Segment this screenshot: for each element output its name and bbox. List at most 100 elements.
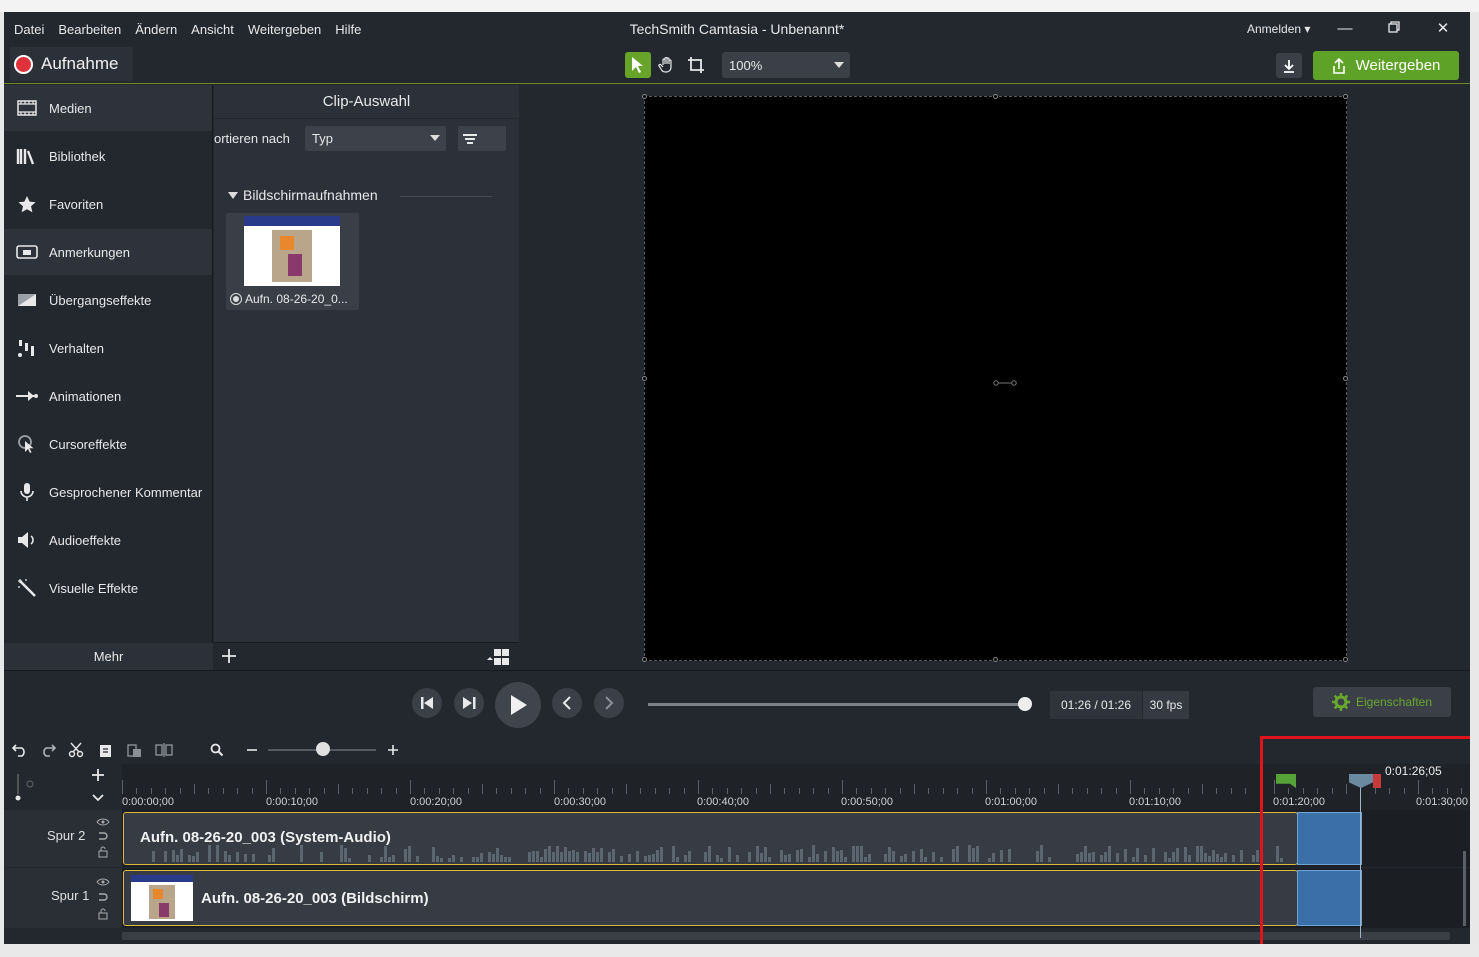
link-icon[interactable] xyxy=(97,829,109,844)
menu-aendern[interactable]: Ändern xyxy=(135,22,177,37)
nav-item-visuelle-effekte[interactable]: Visuelle Effekte xyxy=(4,565,212,611)
link-icon[interactable] xyxy=(97,890,109,905)
waveform-bar xyxy=(448,858,451,862)
nav-item-verhalten[interactable]: Verhalten xyxy=(4,325,212,371)
hand-pan-icon[interactable] xyxy=(654,52,680,78)
nav-item-anmerkungen[interactable]: Anmerkungen xyxy=(4,229,212,275)
nav-item-animationen[interactable]: Animationen xyxy=(4,373,212,419)
waveform-bar xyxy=(532,851,535,862)
ruler-tick xyxy=(597,788,599,794)
waveform-bar xyxy=(988,858,991,862)
clip-thumbnail-card[interactable]: Aufn. 08-26-20_0... xyxy=(226,213,359,310)
menu-weitergeben[interactable]: Weitergeben xyxy=(248,22,321,37)
waveform-bar xyxy=(856,846,859,862)
minimize-icon[interactable]: — xyxy=(1333,20,1357,40)
waveform-bar xyxy=(496,848,499,862)
add-icon[interactable] xyxy=(220,647,238,670)
resize-handle[interactable] xyxy=(993,657,998,662)
ruler-tick xyxy=(1029,788,1031,794)
resize-handle[interactable] xyxy=(1343,657,1348,662)
cut-icon[interactable] xyxy=(66,741,86,759)
scrub-handle[interactable] xyxy=(1018,697,1032,711)
play-button[interactable] xyxy=(495,682,541,728)
arrow-select-icon[interactable] xyxy=(625,52,651,78)
resize-handle[interactable] xyxy=(1343,376,1348,381)
paste-icon[interactable] xyxy=(124,741,144,759)
grid-view-icon[interactable] xyxy=(486,648,510,671)
lock-icon[interactable] xyxy=(98,846,108,861)
download-button[interactable] xyxy=(1276,53,1302,78)
eye-icon[interactable] xyxy=(96,874,110,889)
horizontal-scrollbar[interactable] xyxy=(122,932,1450,940)
split-icon[interactable] xyxy=(154,741,174,759)
track-header-spur-2[interactable]: Spur 2 xyxy=(4,810,122,867)
scrub-track[interactable] xyxy=(648,703,1026,706)
waveform-bar xyxy=(816,854,819,862)
waveform-bar xyxy=(1188,855,1191,862)
audio-clip[interactable]: Aufn. 08-26-20_003 (System-Audio) xyxy=(123,812,1298,865)
preview-canvas[interactable] xyxy=(642,94,1348,662)
nav-item-bibliothek[interactable]: Bibliothek xyxy=(4,133,212,179)
add-track-icon[interactable] xyxy=(91,768,105,787)
resize-handle[interactable] xyxy=(642,376,647,381)
copy-icon[interactable] xyxy=(96,741,116,759)
crop-icon[interactable] xyxy=(683,52,709,78)
restore-icon[interactable] xyxy=(1382,20,1406,40)
resize-handle[interactable] xyxy=(642,94,647,99)
nav-label: Anmerkungen xyxy=(49,244,130,260)
resize-handle[interactable] xyxy=(642,657,647,662)
menu-ansicht[interactable]: Ansicht xyxy=(191,22,234,37)
nav-item-audioeffekte[interactable]: Audioeffekte xyxy=(4,517,212,563)
ruler-tick xyxy=(582,788,584,794)
nav-item-favoriten[interactable]: Favoriten xyxy=(4,181,212,227)
ruler-tick xyxy=(1187,788,1189,794)
properties-button[interactable]: Eigenschaften xyxy=(1313,687,1451,717)
waveform-bar xyxy=(1008,849,1011,862)
waveform-bar xyxy=(560,852,563,862)
waveform-bar xyxy=(860,846,863,862)
resize-handle[interactable] xyxy=(1343,94,1348,99)
eye-icon[interactable] xyxy=(96,814,110,829)
next-icon[interactable] xyxy=(594,688,624,718)
menu-bearbeiten[interactable]: Bearbeiten xyxy=(58,22,121,37)
gear-icon xyxy=(1331,693,1350,711)
close-icon[interactable]: ✕ xyxy=(1431,20,1455,40)
zoom-magnifier-icon[interactable] xyxy=(207,741,227,759)
undo-icon[interactable] xyxy=(10,741,30,759)
lock-icon[interactable] xyxy=(98,908,108,923)
step-forward-icon[interactable] xyxy=(454,688,484,718)
zoom-select[interactable]: 100% xyxy=(722,52,850,78)
ruler-tick xyxy=(179,788,181,794)
ruler-tick xyxy=(1230,788,1232,794)
waveform-bar xyxy=(1104,852,1107,862)
clip-name-label: Aufn. 08-26-20_0... xyxy=(245,292,348,306)
signin-button[interactable]: Anmelden ▾ xyxy=(1247,22,1310,36)
ruler-tick xyxy=(1158,788,1160,794)
previous-icon[interactable] xyxy=(552,688,582,718)
track-header-spur-1[interactable]: Spur 1 xyxy=(4,868,122,928)
nav-item-uebergangseffekte[interactable]: Übergangseffekte xyxy=(4,277,212,323)
zoom-out-icon[interactable] xyxy=(242,741,262,759)
sort-select[interactable]: Typ xyxy=(305,126,446,151)
zoom-in-icon[interactable] xyxy=(383,741,403,759)
menu-hilfe[interactable]: Hilfe xyxy=(335,22,361,37)
menu-datei[interactable]: Datei xyxy=(14,22,44,37)
nav-item-medien[interactable]: Medien xyxy=(4,85,212,131)
nav-item-gesprochener-kommentar[interactable]: Gesprochener Kommentar xyxy=(4,469,212,515)
nav-item-cursoreffekte[interactable]: Cursoreffekte xyxy=(4,421,212,467)
record-button[interactable]: Aufnahme xyxy=(10,47,133,81)
zoom-slider-handle[interactable] xyxy=(316,742,330,756)
center-marker-icon xyxy=(993,374,1017,392)
video-clip[interactable]: Aufn. 08-26-20_003 (Bildschirm) xyxy=(123,870,1298,926)
ruler-tick xyxy=(626,784,627,794)
more-button[interactable]: Mehr xyxy=(4,643,213,670)
redo-icon[interactable] xyxy=(38,741,58,759)
step-back-icon[interactable] xyxy=(412,688,442,718)
track-height-icon[interactable] xyxy=(14,770,38,807)
resize-handle[interactable] xyxy=(993,94,998,99)
chevron-down-icon[interactable] xyxy=(91,790,105,808)
section-header[interactable]: Bildschirmaufnahmen xyxy=(228,187,378,203)
waveform-bar xyxy=(796,850,799,862)
sort-order-icon[interactable] xyxy=(458,126,482,151)
share-button[interactable]: Weitergeben xyxy=(1313,51,1459,80)
